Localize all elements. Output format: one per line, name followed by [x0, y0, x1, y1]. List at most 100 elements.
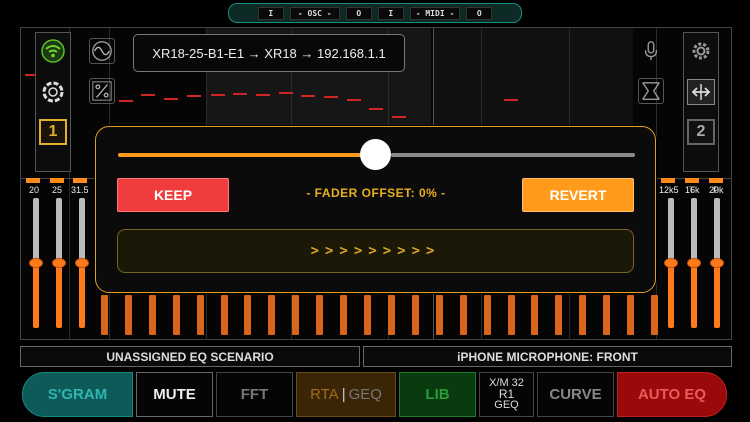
- fader-key: [531, 295, 538, 335]
- flip-icon[interactable]: [687, 79, 715, 105]
- rta-peak-mark: [279, 92, 293, 94]
- fader-key: [579, 295, 586, 335]
- freq-label-25: 25: [52, 185, 63, 195]
- lib-button[interactable]: LIB: [399, 372, 476, 417]
- freq-tick: [26, 178, 40, 183]
- fader-key: [268, 295, 275, 335]
- fft-button[interactable]: FFT: [216, 372, 293, 417]
- fader-key: [412, 295, 419, 335]
- percent-icon[interactable]: [89, 78, 115, 104]
- slider-thumb[interactable]: [360, 139, 391, 170]
- fader-key: [627, 295, 634, 335]
- rta-label: RTA: [310, 386, 339, 403]
- midi-out-indicator: O: [466, 6, 493, 20]
- wifi-icon[interactable]: [39, 38, 67, 64]
- fader-key: [149, 295, 156, 335]
- freq-tick: [685, 178, 699, 183]
- geq-label: GEQ: [348, 386, 382, 403]
- fader-16khz[interactable]: [687, 198, 701, 328]
- mixer-geq-select-button[interactable]: X/M 32 R1 GEQ: [479, 372, 534, 417]
- swipe-to-confirm[interactable]: >>>>>>>>>: [117, 229, 634, 273]
- rta-geq-button[interactable]: RTA | GEQ: [296, 372, 396, 417]
- sgram-button[interactable]: S'GRAM: [22, 372, 133, 417]
- fader-key: [651, 295, 658, 335]
- rta-peak-mark: [324, 96, 338, 98]
- osc-label: - OSC -: [289, 6, 340, 20]
- left-control-column: 1: [35, 32, 71, 172]
- curve-button[interactable]: CURVE: [537, 372, 614, 417]
- fader-key: [197, 295, 204, 335]
- right-control-column: 2: [683, 32, 719, 172]
- fader-key: [388, 295, 395, 335]
- freq-tick: [50, 178, 64, 183]
- fader-20khz[interactable]: [710, 198, 724, 328]
- revert-button[interactable]: REVERT: [522, 178, 634, 212]
- freq-label-31-5: 31.5: [71, 185, 89, 195]
- rta-peak-mark: [369, 108, 383, 110]
- osc-midi-status-bar: I - OSC - O I - MIDI - O: [228, 3, 522, 23]
- midi-in-indicator: I: [377, 6, 404, 20]
- fader-marker-icon: ⊤: [688, 185, 696, 195]
- fader-key: [316, 295, 323, 335]
- rta-peak-mark: [211, 94, 225, 96]
- slider-track: [391, 153, 635, 157]
- expand-icon[interactable]: [638, 78, 664, 104]
- rta-peak-mark: [301, 95, 315, 97]
- rta-peak-mark: [392, 116, 406, 118]
- fader-key: [436, 295, 443, 335]
- midi-label: - MIDI -: [409, 6, 461, 20]
- eq-scenario-label[interactable]: UNASSIGNED EQ SCENARIO: [20, 346, 360, 367]
- gear-icon[interactable]: [687, 38, 715, 64]
- fader-31-5hz[interactable]: [75, 198, 89, 328]
- fader-key: [173, 295, 180, 335]
- rta-peak-mark: [233, 93, 247, 95]
- channel-number-2[interactable]: 2: [687, 119, 715, 145]
- fader-key: [508, 295, 515, 335]
- fader-key: [364, 295, 371, 335]
- fader-offset-slider[interactable]: [118, 139, 635, 170]
- rta-geq-separator: |: [341, 386, 346, 403]
- fader-offset-label: - FADER OFFSET: 0% -: [306, 186, 446, 200]
- rta-peak-mark: [119, 100, 133, 102]
- fader-key: [555, 295, 562, 335]
- rta-peak-mark: [164, 98, 178, 100]
- fader-key: [292, 295, 299, 335]
- rta-peak-mark: [141, 94, 155, 96]
- rta-peak-mark: [187, 95, 201, 97]
- fader-marker-icon: P: [713, 185, 720, 195]
- fader-25hz[interactable]: [52, 198, 66, 328]
- channel-number-1[interactable]: 1: [39, 119, 67, 145]
- fader-key: [460, 295, 467, 335]
- auto-eq-button[interactable]: AUTO EQ: [617, 372, 727, 417]
- fader-key: [125, 295, 132, 335]
- swipe-arrows: >>>>>>>>>: [310, 243, 441, 259]
- connection-route-display[interactable]: XR18-25-B1-E1 → XR18 → 192.168.1.1: [133, 34, 405, 72]
- freq-tick: [709, 178, 723, 183]
- freq-tick: [73, 178, 87, 183]
- freq-label-20: 20: [29, 185, 40, 195]
- microphone-source-label[interactable]: iPHONE MICROPHONE: FRONT: [363, 346, 732, 367]
- fader-key: [340, 295, 347, 335]
- keep-button[interactable]: KEEP: [117, 178, 229, 212]
- fader-key: [101, 295, 108, 335]
- mute-button[interactable]: MUTE: [136, 372, 213, 417]
- grid-line: [656, 28, 657, 339]
- freq-tick: [661, 178, 675, 183]
- osc-out-indicator: O: [345, 6, 372, 20]
- rta-peak-mark: [504, 99, 518, 101]
- lifebuoy-icon[interactable]: [39, 79, 67, 105]
- fader-key: [221, 295, 228, 335]
- rta-peak-mark: [256, 94, 270, 96]
- fader-12k5hz[interactable]: [664, 198, 678, 328]
- slider-fill: [118, 153, 375, 157]
- freq-label-12k5: 12k5: [659, 185, 679, 195]
- fader-offset-dialog: KEEP - FADER OFFSET: 0% - REVERT >>>>>>>…: [95, 126, 656, 293]
- fader-key: [244, 295, 251, 335]
- rta-peak-mark: [347, 99, 361, 101]
- mixer-geq-label: GEQ: [494, 399, 519, 411]
- microphone-icon[interactable]: [638, 38, 664, 64]
- fader-20hz[interactable]: [29, 198, 43, 328]
- sine-wave-icon[interactable]: [89, 38, 115, 64]
- osc-in-indicator: I: [257, 6, 284, 20]
- fader-key: [603, 295, 610, 335]
